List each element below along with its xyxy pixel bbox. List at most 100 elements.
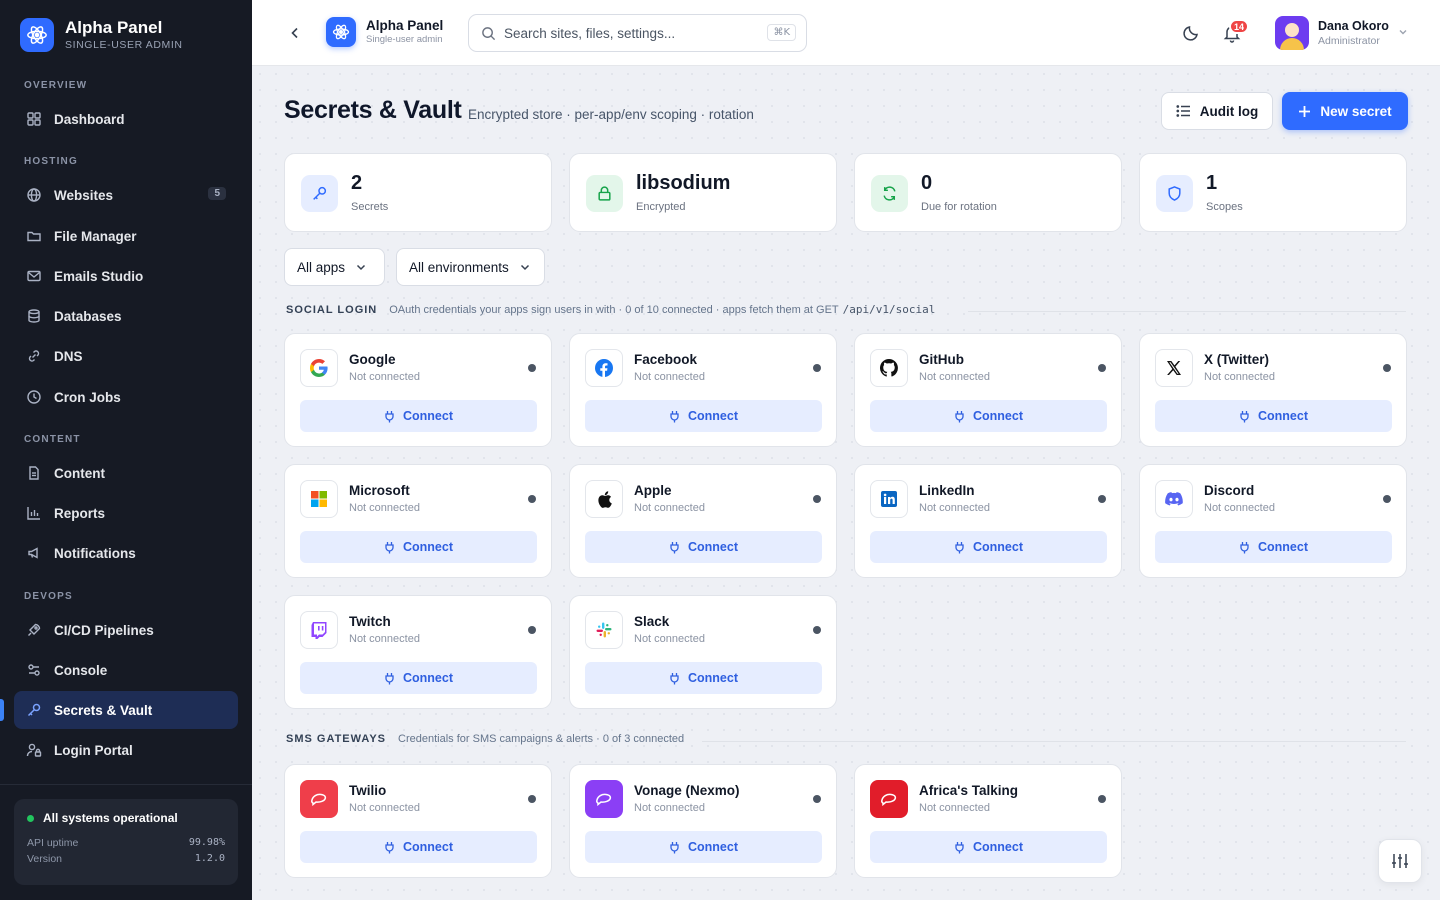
provider-name: Slack bbox=[634, 614, 670, 629]
globe-icon bbox=[26, 187, 42, 203]
sms-bubble-icon bbox=[870, 780, 908, 818]
sidebar-item-label: Reports bbox=[54, 505, 106, 521]
settings-sliders-button[interactable] bbox=[1378, 839, 1422, 883]
chevron-down-icon bbox=[357, 264, 366, 271]
sidebar-item-notifications[interactable]: Notifications bbox=[14, 534, 238, 572]
sliders-icon bbox=[1392, 854, 1408, 868]
sidebar-item-cron-jobs[interactable]: Cron Jobs bbox=[14, 378, 238, 416]
provider-status: Not connected bbox=[634, 502, 705, 514]
provider-card-vonage: Vonage (Nexmo) Not connected Connect bbox=[569, 764, 837, 878]
sidebar-item-label: Websites bbox=[54, 187, 114, 203]
sidebar-item-content[interactable]: Content bbox=[14, 454, 238, 492]
status-dot bbox=[528, 626, 536, 634]
plug-icon bbox=[385, 841, 394, 853]
provider-card-twilio: Twilio Not connected Connect bbox=[284, 764, 552, 878]
stat-label: Due for rotation bbox=[921, 201, 997, 213]
connect-button[interactable]: Connect bbox=[585, 831, 822, 863]
user-name[interactable]: Dana Okoro bbox=[1318, 19, 1389, 33]
connect-button[interactable]: Connect bbox=[870, 531, 1107, 563]
apps-filter-value: All apps bbox=[297, 259, 346, 275]
connect-button[interactable]: Connect bbox=[870, 831, 1107, 863]
atom-logo-icon bbox=[20, 18, 54, 52]
connect-button[interactable]: Connect bbox=[1155, 531, 1392, 563]
plug-icon bbox=[955, 410, 964, 422]
mail-icon bbox=[26, 268, 42, 284]
sidebar-item-websites[interactable]: Websites 5 bbox=[14, 176, 238, 214]
sidebar-item-label: Secrets & Vault bbox=[54, 702, 153, 718]
endpoint-path: /api/v1/social bbox=[842, 303, 936, 316]
search-box[interactable]: ⌘K bbox=[468, 14, 807, 52]
connect-button[interactable]: Connect bbox=[585, 662, 822, 694]
connect-button[interactable]: Connect bbox=[870, 400, 1107, 432]
refresh-icon bbox=[871, 175, 908, 212]
section-title: SMS GATEWAYS bbox=[286, 733, 387, 745]
stat-card-secrets: 2 Secrets bbox=[284, 153, 552, 232]
provider-name: Apple bbox=[634, 483, 672, 498]
search-input[interactable] bbox=[504, 25, 754, 41]
sidebar-item-label: Cron Jobs bbox=[54, 389, 121, 405]
stat-label: Encrypted bbox=[636, 201, 686, 213]
connect-button[interactable]: Connect bbox=[300, 831, 537, 863]
sidebar-item-dashboard[interactable]: Dashboard bbox=[14, 100, 238, 138]
connect-label: Connect bbox=[403, 671, 453, 685]
plug-icon bbox=[670, 410, 679, 422]
provider-card-facebook: Facebook Not connected Connect bbox=[569, 333, 837, 447]
lock-icon bbox=[586, 175, 623, 212]
search-shortcut: ⌘K bbox=[767, 24, 796, 41]
brand-title: Alpha Panel bbox=[65, 18, 163, 37]
provider-status: Not connected bbox=[919, 502, 990, 514]
console-icon bbox=[26, 662, 42, 678]
google-icon bbox=[300, 349, 338, 387]
brand[interactable]: Alpha Panel SINGLE-USER ADMIN bbox=[20, 18, 183, 52]
grid-icon bbox=[26, 111, 42, 127]
provider-status: Not connected bbox=[349, 802, 420, 814]
connect-label: Connect bbox=[403, 840, 453, 854]
apps-filter-select[interactable]: All apps bbox=[284, 248, 385, 286]
sidebar-item-databases[interactable]: Databases bbox=[14, 297, 238, 335]
sms-bubble-icon bbox=[300, 780, 338, 818]
connect-label: Connect bbox=[1258, 409, 1308, 423]
connect-button[interactable]: Connect bbox=[585, 400, 822, 432]
nav-section-content: CONTENT bbox=[24, 434, 81, 445]
sidebar-item-dns[interactable]: DNS bbox=[14, 337, 238, 375]
sidebar-item-emails-studio[interactable]: Emails Studio bbox=[14, 257, 238, 295]
sidebar-item-cicd-pipelines[interactable]: CI/CD Pipelines bbox=[14, 611, 238, 649]
megaphone-icon bbox=[26, 545, 42, 561]
moon-icon bbox=[1183, 26, 1198, 41]
sidebar: Alpha Panel SINGLE-USER ADMIN OVERVIEW D… bbox=[0, 0, 252, 900]
audit-log-label: Audit log bbox=[1199, 103, 1259, 119]
database-icon bbox=[26, 308, 42, 324]
section-divider bbox=[702, 741, 1406, 742]
connect-label: Connect bbox=[688, 671, 738, 685]
provider-status: Not connected bbox=[1204, 371, 1275, 383]
provider-card-google: Google Not connected Connect bbox=[284, 333, 552, 447]
websites-count-badge: 5 bbox=[208, 187, 226, 200]
facebook-icon bbox=[585, 349, 623, 387]
audit-log-button[interactable]: Audit log bbox=[1161, 92, 1273, 130]
connect-button[interactable]: Connect bbox=[300, 400, 537, 432]
sidebar-item-file-manager[interactable]: File Manager bbox=[14, 217, 238, 255]
user-lock-icon bbox=[26, 742, 42, 758]
app-logo-icon[interactable] bbox=[326, 17, 356, 47]
connect-button[interactable]: Connect bbox=[300, 662, 537, 694]
connect-button[interactable]: Connect bbox=[585, 531, 822, 563]
active-indicator bbox=[0, 699, 4, 721]
apple-icon bbox=[585, 480, 623, 518]
provider-status: Not connected bbox=[349, 371, 420, 383]
connect-button[interactable]: Connect bbox=[1155, 400, 1392, 432]
theme-toggle-button[interactable] bbox=[1182, 24, 1200, 42]
plug-icon bbox=[955, 841, 964, 853]
sidebar-item-console[interactable]: Console bbox=[14, 651, 238, 689]
connect-button[interactable]: Connect bbox=[300, 531, 537, 563]
environments-filter-select[interactable]: All environments bbox=[396, 248, 545, 286]
provider-card-africas-talking: Africa's Talking Not connected Connect bbox=[854, 764, 1122, 878]
chevron-down-icon[interactable] bbox=[1397, 26, 1409, 38]
new-secret-button[interactable]: New secret bbox=[1282, 92, 1408, 130]
sidebar-item-reports[interactable]: Reports bbox=[14, 494, 238, 532]
sidebar-item-secrets-vault[interactable]: Secrets & Vault bbox=[14, 691, 238, 729]
status-dot bbox=[1383, 495, 1391, 503]
back-button[interactable] bbox=[286, 24, 304, 42]
sidebar-item-login-portal[interactable]: Login Portal bbox=[14, 731, 238, 769]
app-subtitle: Single-user admin bbox=[366, 34, 443, 45]
avatar[interactable] bbox=[1275, 16, 1309, 50]
